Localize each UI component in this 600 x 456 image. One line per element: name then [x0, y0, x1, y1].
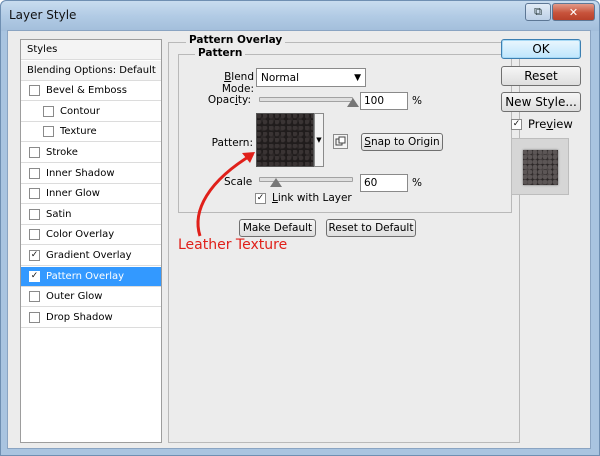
preview-thumbnail [511, 138, 569, 195]
style-item-label: Blending Options: Default [27, 64, 156, 76]
style-item-label: Drop Shadow [46, 311, 113, 323]
scale-slider-thumb[interactable] [269, 178, 282, 187]
style-item-pattern-overlay[interactable]: ✓ Pattern Overlay [21, 266, 161, 287]
style-item-label: Inner Shadow [46, 167, 115, 179]
preview-swatch [523, 150, 558, 185]
style-item-label: Bevel & Emboss [46, 85, 127, 97]
reset-to-default-button[interactable]: Reset to Default [326, 219, 416, 237]
chevron-down-icon[interactable]: ▼ [314, 113, 324, 167]
style-item-satin[interactable]: Satin [21, 205, 161, 225]
style-item-texture[interactable]: Texture [21, 122, 161, 143]
style-item-label: Texture [60, 126, 97, 138]
style-item-label: Gradient Overlay [46, 250, 132, 261]
blend-mode-select[interactable]: Normal ▼ [256, 68, 366, 87]
style-item-label: Stroke [46, 147, 78, 158]
style-item-label: Styles [27, 44, 58, 55]
preview-row[interactable]: ✓ Preview [511, 117, 573, 131]
opacity-input[interactable]: 100 [360, 92, 408, 110]
pattern-subgroup-title: Pattern [195, 47, 246, 59]
style-checkbox[interactable] [43, 105, 54, 117]
style-item-stroke[interactable]: Stroke [21, 143, 161, 163]
style-item-contour[interactable]: Contour [21, 102, 161, 122]
style-item-gradient-overlay[interactable]: ✓ Gradient Overlay [21, 246, 161, 266]
style-item-styles[interactable]: Styles [21, 40, 161, 60]
ok-button[interactable]: OK [501, 39, 581, 59]
style-checkbox[interactable]: ✓ [29, 250, 40, 261]
link-with-layer-label: Link with Layer [272, 192, 352, 204]
style-item-label: Color Overlay [46, 229, 115, 241]
style-item-label: Satin [46, 208, 72, 220]
snap-to-origin-button[interactable]: Snap to Origin [361, 133, 443, 151]
opacity-slider[interactable] [259, 97, 353, 102]
new-style-button[interactable]: New Style... [501, 92, 581, 112]
link-with-layer-row[interactable]: ✓ Link with Layer [255, 192, 352, 204]
preview-label: Preview [528, 117, 573, 131]
style-checkbox[interactable]: ✓ [29, 270, 40, 282]
style-checkbox[interactable] [29, 188, 40, 200]
scale-unit: % [412, 177, 422, 189]
style-checkbox[interactable] [29, 85, 40, 97]
style-item-inner-shadow[interactable]: Inner Shadow [21, 164, 161, 184]
pattern-swatch[interactable] [256, 113, 314, 167]
style-checkbox[interactable] [29, 147, 40, 158]
style-item-inner-glow[interactable]: Inner Glow [21, 184, 161, 205]
style-item-label: Contour [60, 105, 100, 117]
blend-mode-value: Normal [261, 71, 299, 84]
preview-checkbox[interactable]: ✓ [511, 118, 522, 130]
chevron-down-icon: ▼ [354, 72, 361, 83]
annotation-label: Leather Texture [178, 237, 288, 253]
style-checkbox[interactable] [29, 291, 40, 303]
style-checkbox[interactable] [29, 167, 40, 179]
close-button[interactable]: ✕ [552, 3, 595, 21]
blend-mode-label: Blend Mode: [221, 71, 254, 95]
make-default-button[interactable]: Make Default [239, 219, 316, 237]
link-with-layer-checkbox[interactable]: ✓ [255, 192, 266, 204]
opacity-label: Opacity: [207, 94, 251, 106]
style-checkbox[interactable] [43, 126, 54, 138]
reset-button[interactable]: Reset [501, 66, 581, 86]
style-item-outer-glow[interactable]: Outer Glow [21, 287, 161, 308]
style-checkbox[interactable] [29, 229, 40, 241]
style-item-bevel-emboss[interactable]: Bevel & Emboss [21, 81, 161, 102]
style-item-color-overlay[interactable]: Color Overlay [21, 225, 161, 246]
style-item-drop-shadow[interactable]: Drop Shadow [21, 308, 161, 328]
styles-list: Styles Blending Options: Default Bevel & E… [20, 39, 162, 443]
restore-icon[interactable]: ⧉ [525, 3, 551, 21]
style-item-label: Pattern Overlay [46, 270, 125, 282]
scale-input[interactable]: 60 [360, 174, 408, 192]
style-checkbox[interactable] [29, 208, 40, 220]
style-item-blending-options-default[interactable]: Blending Options: Default [21, 60, 161, 81]
style-item-label: Inner Glow [46, 188, 100, 200]
window-title: Layer Style [9, 8, 77, 22]
style-checkbox[interactable] [29, 311, 40, 323]
scale-label: Scale [224, 176, 253, 188]
pattern-label: Pattern: [211, 137, 253, 149]
pattern-overlay-title: Pattern Overlay [186, 34, 286, 46]
opacity-unit: % [412, 95, 422, 107]
title-bar: Layer Style ⧉ ✕ [1, 1, 599, 31]
new-preset-icon[interactable] [333, 134, 348, 149]
dialog-client: Styles Blending Options: Default Bevel & E… [7, 30, 591, 449]
opacity-slider-thumb[interactable] [347, 98, 359, 107]
style-item-label: Outer Glow [46, 291, 103, 303]
